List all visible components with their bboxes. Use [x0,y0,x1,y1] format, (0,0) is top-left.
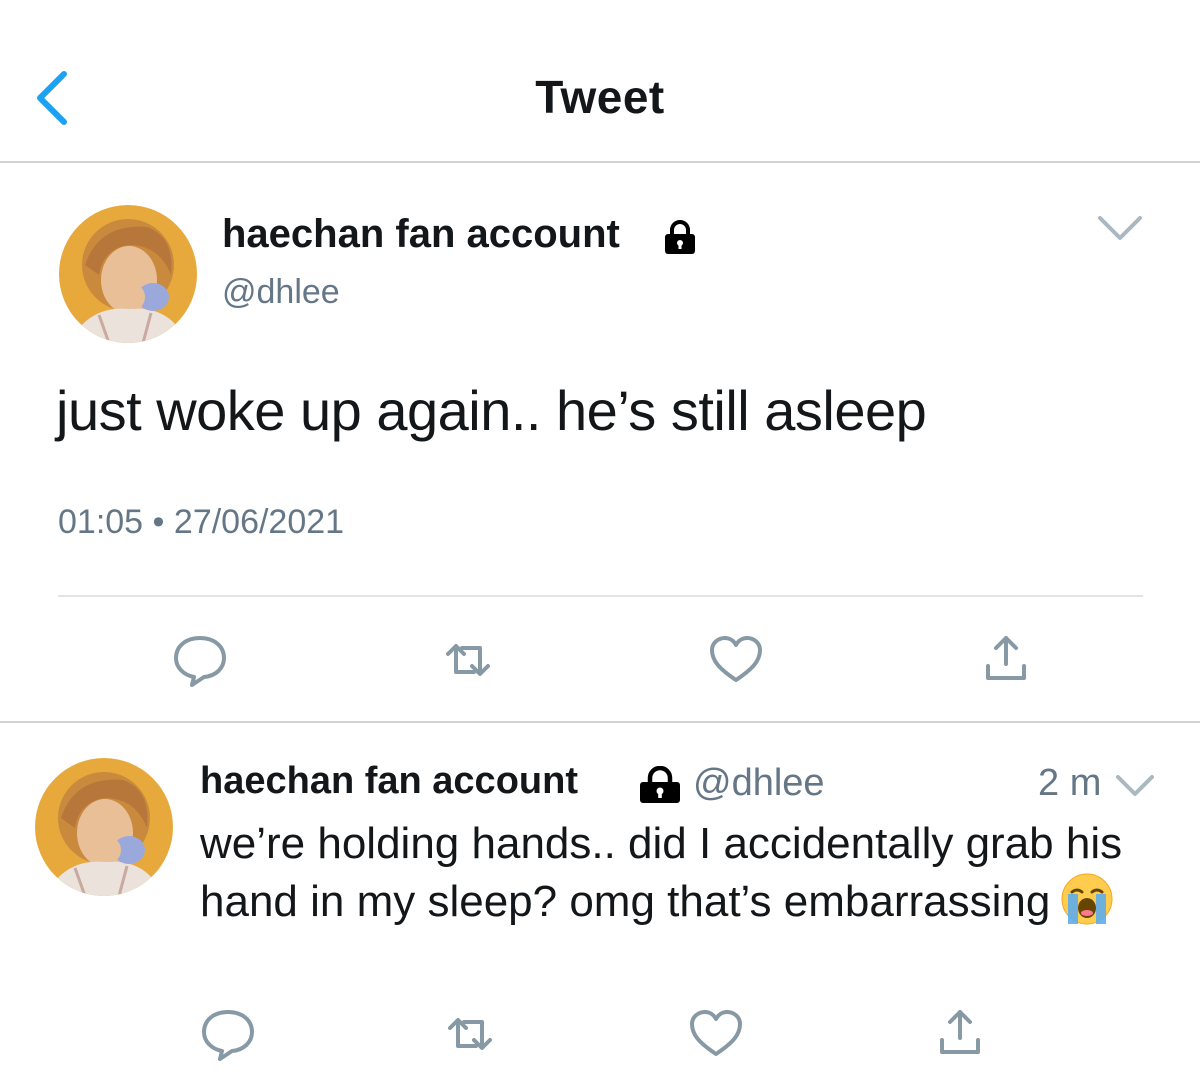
retweet-icon [446,644,490,676]
page-title: Tweet [535,71,665,123]
section-divider [0,721,1200,723]
display-name[interactable]: haechan fan account [222,212,620,257]
tweet-text: just woke up again.. he’s still asleep [56,379,927,442]
tweet-timestamp: 01:05 • 27/06/2021 [58,503,344,542]
avatar-image [59,205,197,343]
timestamp-separator: • [152,503,165,541]
reply-icon [202,1010,254,1061]
reply-icon [174,636,226,687]
reply-display-name[interactable]: haechan fan account [200,760,578,803]
header-divider [0,161,1200,163]
like-icon [710,636,762,682]
lock-icon [665,220,695,254]
user-handle[interactable]: @dhlee [222,273,340,312]
reply-text-content: we’re holding hands.. did I accidentally… [200,819,1123,926]
reply-share-button[interactable] [930,1006,990,1062]
reply-handle[interactable]: @dhlee [693,762,825,805]
share-icon [940,1010,980,1054]
avatar-image [35,758,173,896]
chevron-down-icon[interactable] [1114,772,1156,800]
like-icon [690,1010,742,1056]
retweet-icon [448,1018,492,1050]
reply-retweet-button[interactable] [440,1006,500,1062]
reply-like-button[interactable] [686,1006,746,1062]
like-button[interactable] [706,632,766,688]
reply-text: we’re holding hands.. did I accidentally… [200,816,1160,930]
share-button[interactable] [976,632,1036,688]
tweet-time: 01:05 [58,503,144,541]
share-icon [986,636,1026,680]
lock-icon [640,766,680,803]
reply-reply-button[interactable] [198,1006,258,1062]
avatar[interactable] [59,205,197,343]
retweet-button[interactable] [438,632,498,688]
chevron-down-icon[interactable] [1096,212,1144,244]
tweet-date: 27/06/2021 [173,503,345,541]
reply-button[interactable] [170,632,230,688]
reply-time: 2 m [1038,762,1102,804]
tweet-divider [58,595,1143,597]
reply-avatar[interactable] [35,758,173,896]
loudly-crying-face-emoji [1061,873,1113,925]
